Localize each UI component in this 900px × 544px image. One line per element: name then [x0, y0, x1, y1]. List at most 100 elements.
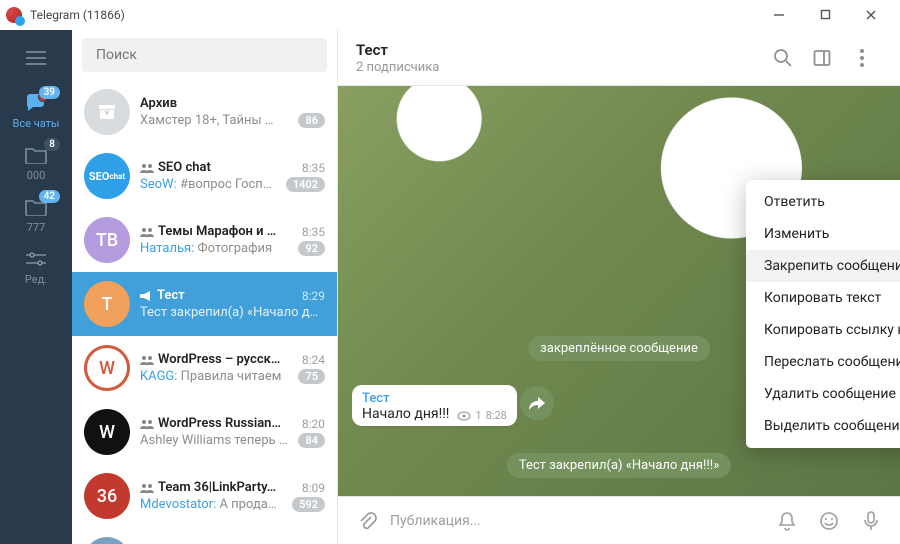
chat-preview: Ashley Williams теперь … [140, 433, 292, 448]
eye-icon [457, 411, 471, 421]
share-button[interactable] [520, 386, 554, 420]
chat-list-item[interactable]: Архив Хамстер 18+, Тайны … 86 [72, 80, 337, 144]
message-bubble[interactable]: Тест Начало дня!!! 1 8:28 [352, 385, 517, 426]
folder-label: Ред. [25, 273, 47, 286]
folder-badge: 42 [39, 190, 60, 203]
chat-time: 8:35 [302, 161, 325, 175]
chat-name: Team 36|LinkParty… [158, 480, 296, 495]
chat-name: WordPress Russian… [158, 416, 296, 431]
folder-badge: 39 [39, 86, 60, 99]
avatar [84, 89, 130, 135]
folder-badge: 8 [44, 138, 60, 151]
window-titlebar: Telegram (11866) [0, 0, 900, 30]
chat-preview: Хамстер 18+, Тайны … [140, 113, 292, 128]
avatar: Т [84, 281, 130, 327]
chat-name: Тест [157, 288, 296, 303]
search-input[interactable] [82, 38, 327, 72]
chat-name: SEO chat [158, 160, 296, 175]
service-message-action[interactable]: Тест закрепил(а) «Начало дня!!!» [507, 453, 731, 478]
folder-000[interactable]: 8 000 [0, 136, 72, 188]
more-menu-button[interactable] [842, 38, 882, 78]
folder-all-chats[interactable]: 39 Все чаты [0, 84, 72, 136]
voice-button[interactable] [852, 502, 890, 540]
context-menu-item[interactable]: Ответить [746, 186, 900, 218]
chat-list-item[interactable]: ТВ Темы Марафон и … 8:35 Наталья: Фотографи… [72, 208, 337, 272]
unread-badge: 84 [298, 433, 325, 448]
chat-list-item[interactable]: W WordPress Russian… 8:20 Ashley Williams т… [72, 400, 337, 464]
channel-icon [140, 290, 153, 302]
unread-badge: 592 [292, 497, 325, 512]
folder-label: Все чаты [13, 117, 60, 130]
message-views: 1 [475, 409, 481, 422]
chat-name: WordPress – русск… [158, 352, 296, 367]
chat-title: Тест [356, 41, 762, 59]
folder-label: 000 [27, 169, 46, 182]
unread-badge: 86 [298, 113, 325, 128]
avatar: W [84, 409, 130, 455]
chat-time: 8:35 [302, 225, 325, 239]
chat-list-item[interactable]: 36 Team 36|LinkParty… 8:09 Mdevostator: А п… [72, 464, 337, 528]
chat-list-item[interactable]: Flat PM - вопросы … [72, 528, 337, 544]
message-text: Начало дня!!! [362, 406, 449, 422]
chat-main-pane: Тест 2 подписчика закреплённое сообщение… [338, 30, 900, 544]
context-menu-item[interactable]: Закрепить сообщение [746, 250, 900, 282]
attach-button[interactable] [348, 502, 386, 540]
context-menu-item[interactable]: Выделить сообщение [746, 410, 900, 442]
chat-list-item[interactable]: SEOchat SEO chat 8:35 SeoW: #вопрос Госп… 14… [72, 144, 337, 208]
context-menu-item[interactable]: Переслать сообщение [746, 346, 900, 378]
window-minimize-button[interactable] [756, 0, 802, 30]
app-logo-icon [6, 7, 22, 23]
chat-header[interactable]: Тест 2 подписчика [338, 30, 900, 86]
chat-time: 8:24 [302, 353, 325, 367]
chat-name: Архив [140, 96, 325, 111]
chat-subtitle: 2 подписчика [356, 60, 762, 75]
message-time: 8:28 [486, 409, 507, 422]
folder-label: 777 [27, 221, 46, 234]
side-panel-button[interactable] [802, 38, 842, 78]
context-menu-item[interactable]: Удалить сообщение [746, 378, 900, 410]
chat-preview: Mdevostator: А прода… [140, 497, 286, 512]
window-close-button[interactable] [848, 0, 894, 30]
chat-time: 8:29 [302, 289, 325, 303]
composer-input[interactable] [390, 513, 764, 529]
group-icon [140, 419, 154, 429]
unread-badge: 1402 [286, 177, 325, 192]
avatar: 36 [84, 473, 130, 519]
group-icon [140, 483, 154, 493]
emoji-button[interactable] [810, 502, 848, 540]
group-icon [140, 163, 154, 173]
chat-time: 8:20 [302, 417, 325, 431]
chat-preview: KAGG: Правила читаем [140, 369, 292, 384]
chat-preview: Тест закрепил(а) «Начало д… [140, 305, 325, 320]
archive-icon [97, 102, 117, 122]
chat-name: Темы Марафон и … [158, 224, 296, 239]
chat-preview: Наталья: Фотография [140, 241, 292, 256]
chat-time: 8:09 [302, 481, 325, 495]
settings-sliders-icon [23, 248, 49, 270]
folder-777[interactable]: 42 777 [0, 188, 72, 240]
chat-list-pane: Архив Хамстер 18+, Тайны … 86 SEOchat SEO ch… [72, 30, 338, 544]
context-menu-item[interactable]: Копировать текст [746, 282, 900, 314]
chat-preview: SeoW: #вопрос Госп… [140, 177, 280, 192]
avatar: SEOchat [84, 153, 130, 199]
chat-list-item[interactable]: Т Тест 8:29 Тест закрепил(а) «Начало д… [72, 272, 337, 336]
unread-badge: 75 [298, 369, 325, 384]
message-composer [338, 496, 900, 544]
notifications-button[interactable] [768, 502, 806, 540]
folder-edit[interactable]: Ред. [0, 240, 72, 292]
window-title: Telegram (11866) [30, 8, 125, 22]
chat-list-item[interactable]: W WordPress – русск… 8:24 KAGG: Правила чит… [72, 336, 337, 400]
context-menu-item[interactable]: Копировать ссылку на сообщение [746, 314, 900, 346]
unread-badge: 92 [298, 241, 325, 256]
folder-rail: 39 Все чаты 8 000 42 777 Ред. [0, 30, 72, 544]
context-menu-item[interactable]: Изменить [746, 218, 900, 250]
group-icon [140, 355, 154, 365]
main-menu-button[interactable] [16, 38, 56, 78]
message-context-menu: ОтветитьИзменитьЗакрепить сообщениеКопир… [746, 180, 900, 448]
avatar: W [84, 345, 130, 391]
window-maximize-button[interactable] [802, 0, 848, 30]
service-message-pinned[interactable]: закреплённое сообщение [528, 336, 710, 361]
message-sender: Тест [362, 391, 507, 406]
avatar: ТВ [84, 217, 130, 263]
search-in-chat-button[interactable] [762, 38, 802, 78]
